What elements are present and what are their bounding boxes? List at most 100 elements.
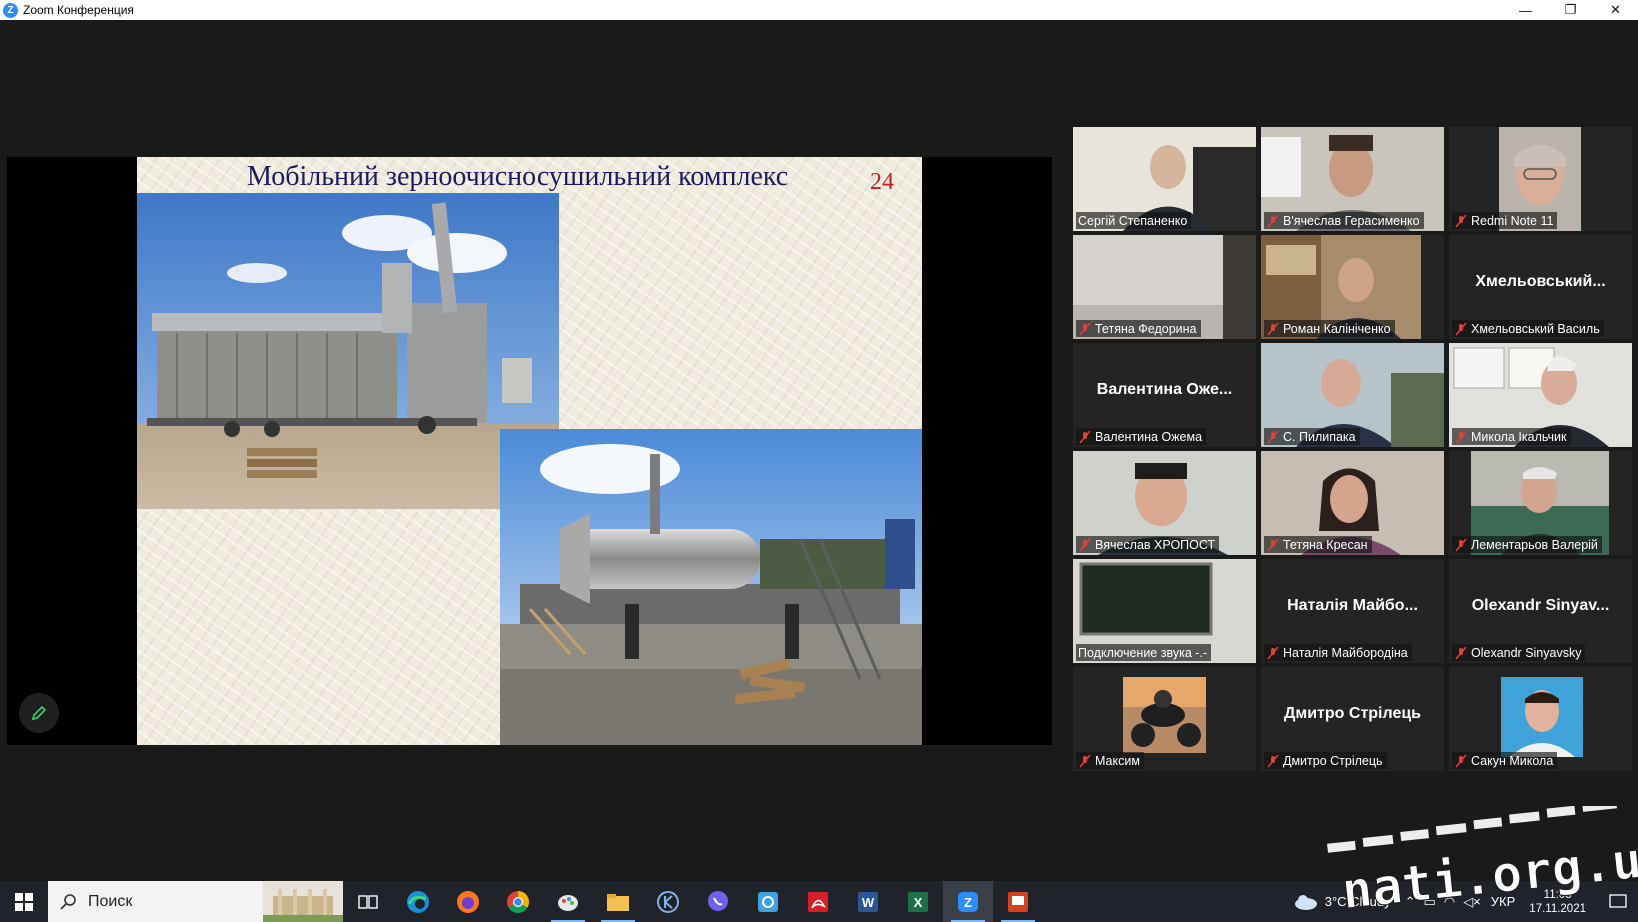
clock[interactable]: 11:05 17.11.2021	[1529, 888, 1586, 916]
close-button[interactable]: ✕	[1593, 0, 1638, 20]
participant-tile[interactable]: Максим	[1073, 667, 1256, 771]
windows-logo-icon	[15, 892, 33, 911]
participant-name-label: Максим	[1076, 752, 1144, 769]
participant-tile[interactable]: Роман Калініченко	[1261, 235, 1444, 339]
viber-button[interactable]	[693, 881, 743, 922]
muted-mic-icon	[1454, 754, 1468, 768]
participant-name-label: Вячеслав ХРОПОСТ	[1076, 536, 1220, 553]
participant-tile[interactable]: С. Пилипака	[1261, 343, 1444, 447]
volume-icon[interactable]: ◁×	[1463, 894, 1481, 910]
participant-name-label: Наталія Майбородіна	[1264, 644, 1412, 661]
windows-taskbar: Поиск W X Z 3°C Cloudy ⌃ ▭ ◠ ◁× УКР 11:0…	[0, 881, 1638, 922]
participant-name-label: Redmi Note 11	[1452, 212, 1558, 229]
title-bar: Z Zoom Конференция — ❐ ✕	[0, 0, 1638, 20]
edge-button[interactable]	[393, 881, 443, 922]
participant-tile[interactable]: Подключение звука -.-	[1073, 559, 1256, 663]
participant-name-label: Подключение звука -.-	[1076, 644, 1212, 661]
participant-tile[interactable]: Хмельовський... Хмельовський Василь	[1449, 235, 1632, 339]
participant-tile[interactable]: Тетяна Кресан	[1261, 451, 1444, 555]
annotate-pencil-button[interactable]	[19, 693, 59, 733]
svg-text:Z: Z	[964, 895, 972, 910]
participant-name-label: Тетяна Кресан	[1264, 536, 1372, 553]
chevron-up-icon[interactable]: ⌃	[1405, 894, 1416, 910]
participant-display-name: Olexandr Sinyav...	[1471, 597, 1610, 614]
participant-name-label: Сакун Микола	[1452, 752, 1558, 769]
file-explorer-button[interactable]	[593, 881, 643, 922]
notifications-button[interactable]	[1598, 881, 1638, 922]
participant-tile[interactable]: Сакун Микола	[1449, 667, 1632, 771]
participant-tile[interactable]: Redmi Note 11	[1449, 127, 1632, 231]
taskbar-search-box[interactable]: Поиск	[48, 881, 343, 922]
muted-mic-icon	[1266, 214, 1280, 228]
participant-tile[interactable]: В'ячеслав Герасименко	[1261, 127, 1444, 231]
kaspersky-icon	[657, 890, 679, 913]
participant-tile[interactable]: Валентина Оже... Валентина Ожема	[1073, 343, 1256, 447]
edge-icon	[407, 890, 429, 913]
muted-mic-icon	[1266, 322, 1280, 336]
firefox-button[interactable]	[443, 881, 493, 922]
participant-name-label: Роман Калініченко	[1264, 320, 1395, 337]
muted-mic-icon	[1078, 538, 1092, 552]
participant-tile[interactable]: Olexandr Sinyav... Olexandr Sinyavsky	[1449, 559, 1632, 663]
grain-dryer-photo	[137, 193, 559, 509]
participant-display-name: Дмитро Стрілець	[1283, 705, 1422, 722]
muted-mic-icon	[1266, 646, 1280, 660]
excel-icon: X	[908, 891, 928, 912]
zoom-logo-icon: Z	[3, 2, 18, 18]
zoom-window: Z Zoom Конференция — ❐ ✕ Мобільний зерно…	[0, 0, 1638, 922]
system-tray: 3°C Cloudy ⌃ ▭ ◠ ◁× УКР 11:05 17.11.2021	[1293, 881, 1638, 922]
kaspersky-button[interactable]	[643, 881, 693, 922]
participant-tile[interactable]: Дмитро Стрілець Дмитро Стрілець	[1261, 667, 1444, 771]
excel-button[interactable]: X	[893, 881, 943, 922]
muted-mic-icon	[1266, 754, 1280, 768]
powerpoint-button[interactable]	[993, 881, 1043, 922]
viber-icon	[708, 890, 728, 911]
clock-date: 17.11.2021	[1529, 902, 1586, 915]
participant-name-label: Лементарьов Валерій	[1452, 536, 1602, 553]
maximize-button[interactable]: ❐	[1548, 0, 1593, 20]
word-button[interactable]: W	[843, 881, 893, 922]
clock-time: 11:05	[1543, 888, 1572, 901]
search-placeholder: Поиск	[88, 892, 133, 910]
shared-screen: Мобільний зерноочисносушильний комплекс …	[7, 157, 1052, 745]
language-indicator[interactable]: УКР	[1491, 894, 1516, 909]
muted-mic-icon	[1454, 430, 1468, 444]
participant-tile[interactable]: Лементарьов Валерій	[1449, 451, 1632, 555]
paint-button[interactable]	[543, 881, 593, 922]
participant-tile[interactable]: Вячеслав ХРОПОСТ	[1073, 451, 1256, 555]
participant-tile[interactable]: Тетяна Федорина	[1073, 235, 1256, 339]
participant-tile[interactable]: Микола Ікальчик	[1449, 343, 1632, 447]
muted-mic-icon	[1078, 322, 1092, 336]
muted-mic-icon	[1266, 430, 1280, 444]
acrobat-icon	[808, 891, 828, 912]
minimize-button[interactable]: —	[1503, 0, 1548, 20]
task-view-button[interactable]	[343, 881, 393, 922]
zoom-button[interactable]: Z	[943, 881, 993, 922]
participant-video	[1501, 677, 1583, 762]
participant-name-label: Хмельовський Василь	[1452, 320, 1604, 337]
chrome-icon	[507, 890, 529, 913]
drum-dryer-photo	[500, 429, 922, 745]
paint-icon	[558, 894, 578, 911]
weather-text[interactable]: 3°C Cloudy	[1325, 894, 1391, 909]
screenshot-tool-button[interactable]	[743, 881, 793, 922]
svg-text:X: X	[914, 895, 923, 910]
wifi-icon[interactable]: ◠	[1444, 894, 1455, 910]
participant-name-label: Валентина Ожема	[1076, 428, 1207, 445]
chrome-button[interactable]	[493, 881, 543, 922]
battery-icon[interactable]: ▭	[1424, 894, 1436, 910]
slide-title: Мобільний зерноочисносушильний комплекс	[247, 161, 789, 192]
start-button[interactable]	[0, 881, 48, 922]
presentation-slide: Мобільний зерноочисносушильний комплекс …	[137, 157, 922, 745]
slide-number: 24	[870, 169, 894, 195]
muted-mic-icon	[1078, 430, 1092, 444]
participant-tile[interactable]: Сергій Степаненко	[1073, 127, 1256, 231]
participant-display-name: Валентина Оже...	[1096, 381, 1233, 398]
pencil-icon	[31, 705, 47, 721]
acrobat-button[interactable]	[793, 881, 843, 922]
muted-mic-icon	[1078, 754, 1092, 768]
powerpoint-icon	[1008, 891, 1028, 912]
notification-icon	[1609, 893, 1627, 908]
participant-tile[interactable]: Наталія Майбо... Наталія Майбородіна	[1261, 559, 1444, 663]
muted-mic-icon	[1454, 214, 1468, 228]
